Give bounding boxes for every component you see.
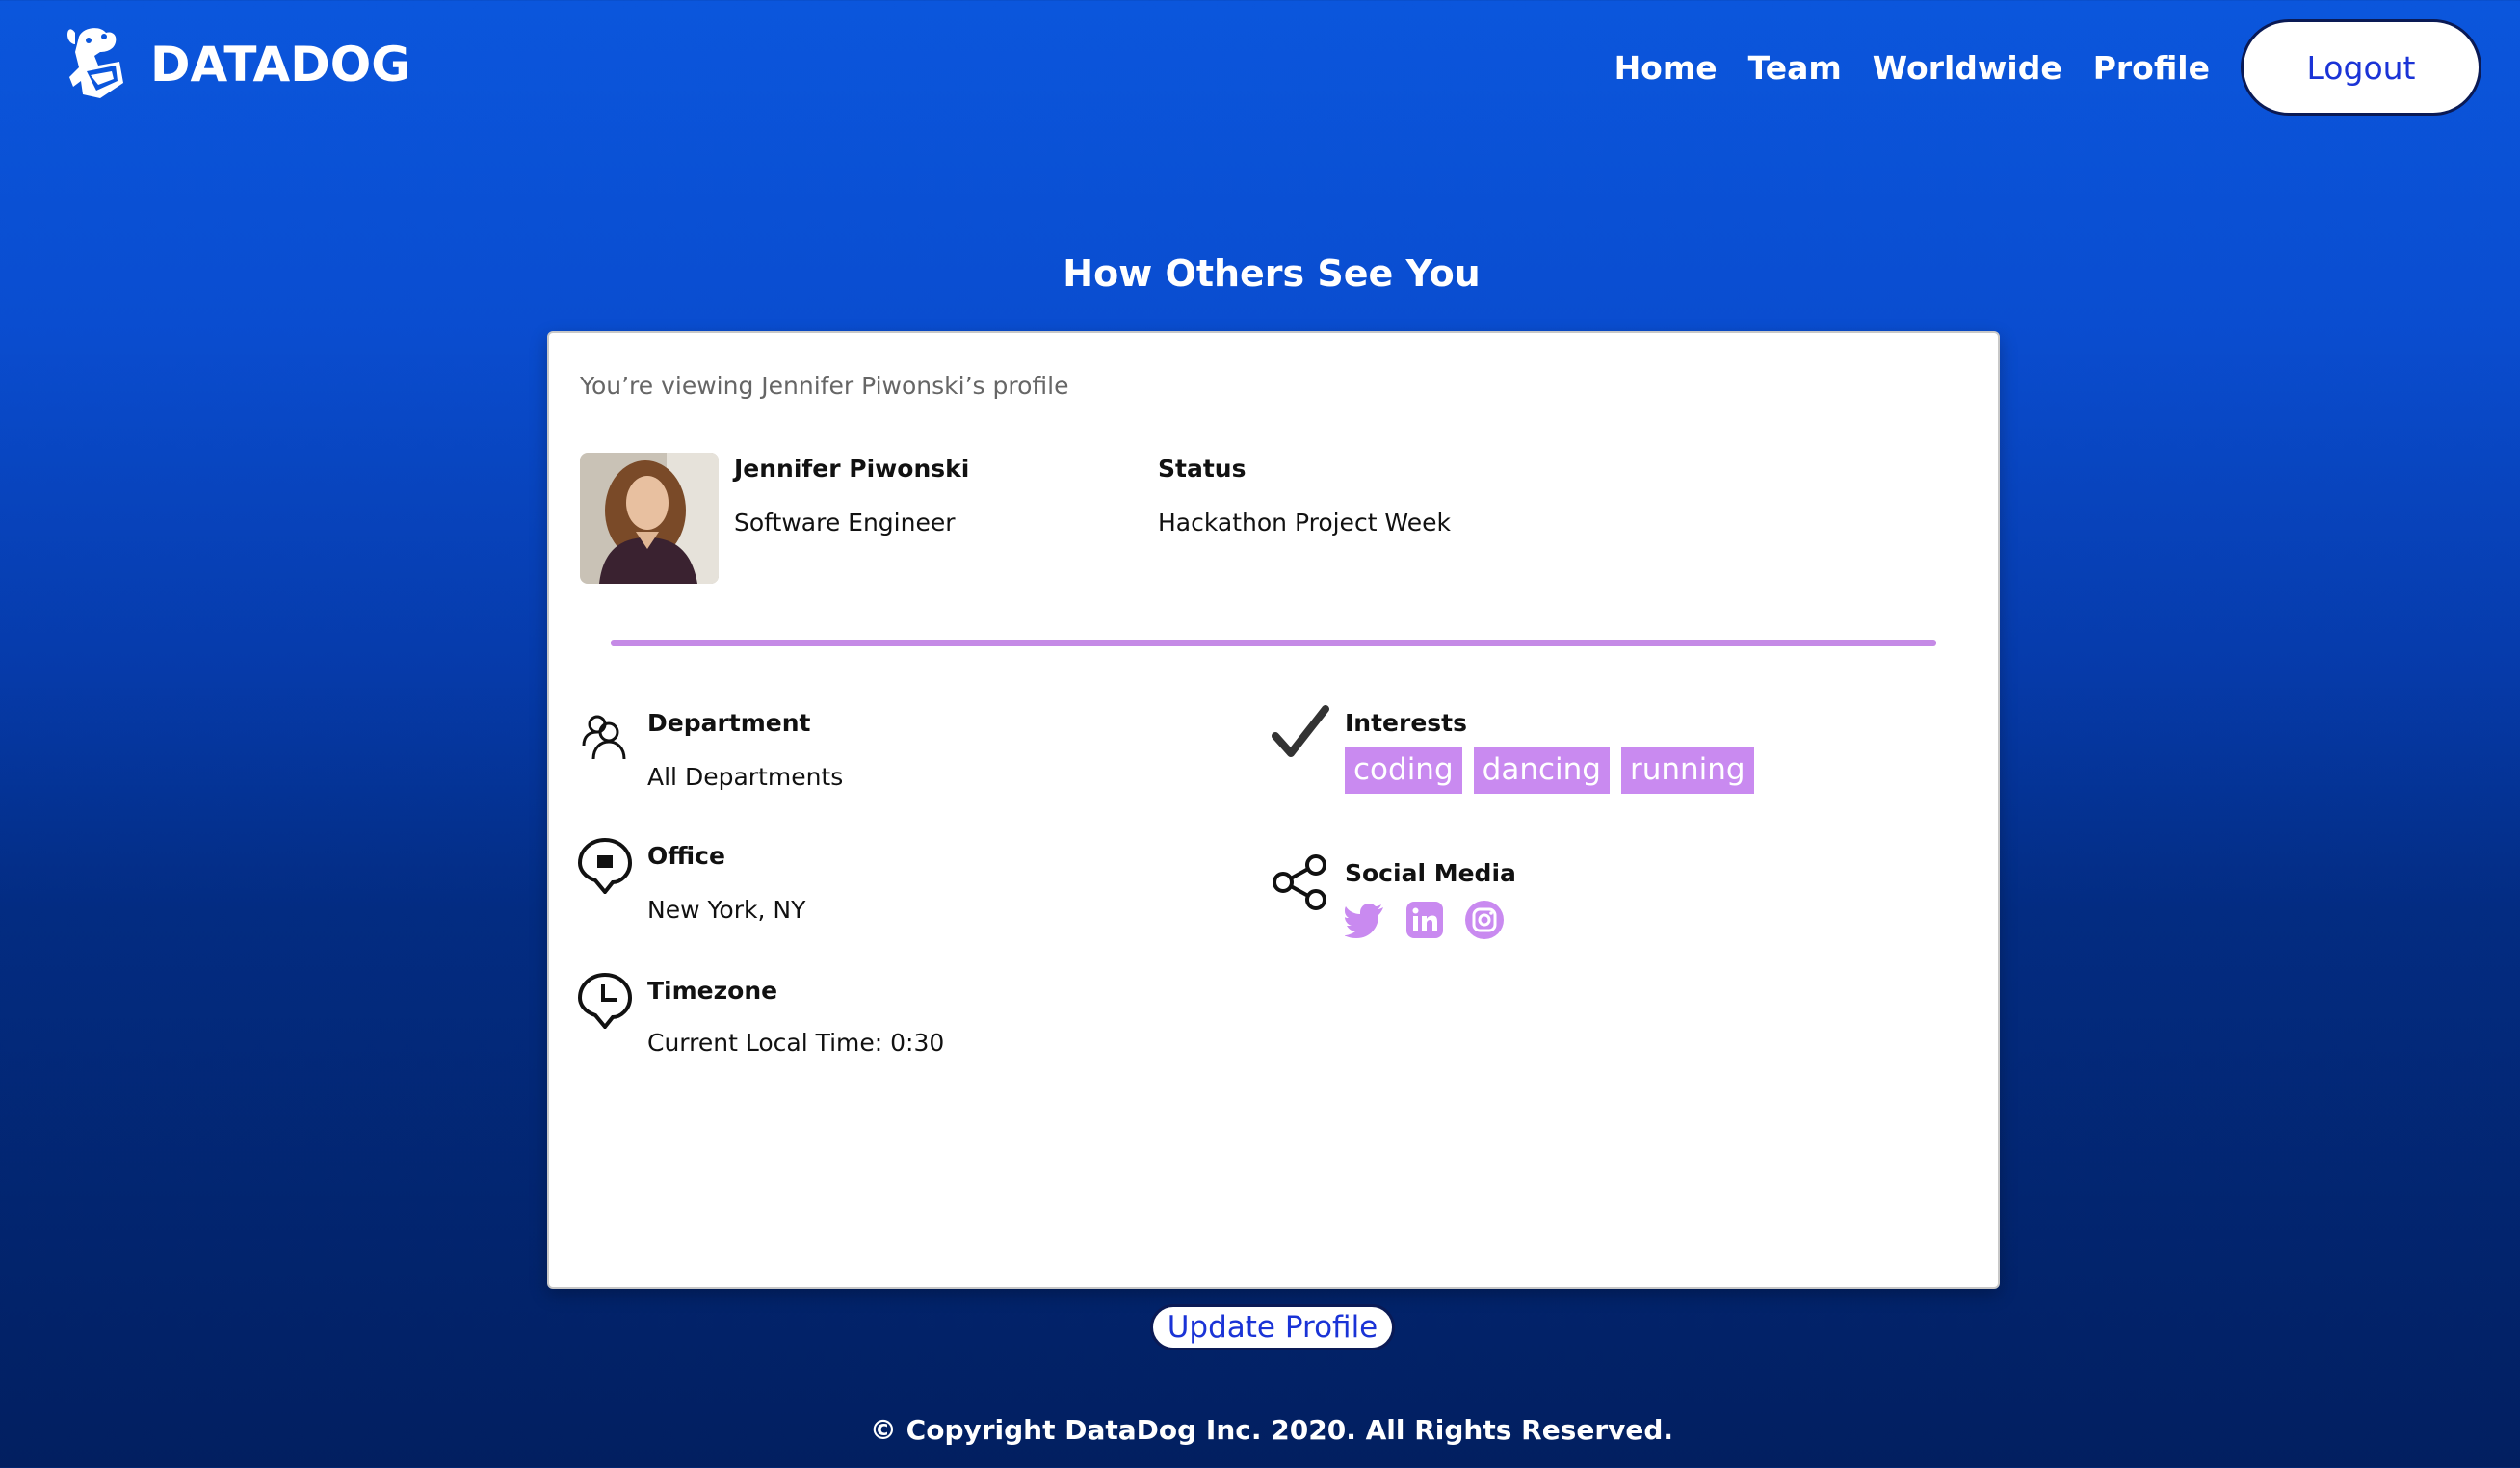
- main-nav: Home Team Worldwide Profile Logout: [1614, 19, 2481, 116]
- timezone-value: Current Local Time: 0:30: [647, 1029, 945, 1057]
- status-label: Status: [1158, 455, 1247, 483]
- checkmark-icon: [1272, 705, 1329, 757]
- profile-name: Jennifer Piwonski: [734, 455, 970, 483]
- datadog-dog-icon: [67, 28, 123, 98]
- office-label: Office: [647, 842, 725, 870]
- profile-card: You’re viewing Jennifer Piwonski’s profi…: [547, 331, 2000, 1289]
- department-label: Department: [647, 709, 811, 737]
- social-links: [1345, 900, 1505, 940]
- interest-tag: coding: [1345, 747, 1462, 794]
- nav-worldwide[interactable]: Worldwide: [1873, 49, 2062, 87]
- profile-job-title: Software Engineer: [734, 509, 956, 537]
- logout-button[interactable]: Logout: [2241, 19, 2481, 116]
- office-pin-icon: [577, 837, 633, 894]
- nav-team[interactable]: Team: [1748, 49, 1842, 87]
- twitter-icon[interactable]: [1345, 900, 1385, 940]
- nav-profile[interactable]: Profile: [2093, 49, 2210, 87]
- divider: [611, 640, 1936, 646]
- linkedin-icon[interactable]: [1404, 900, 1445, 940]
- department-value: All Departments: [647, 763, 844, 791]
- update-profile-button[interactable]: Update Profile: [1150, 1304, 1395, 1350]
- logo-text: DATADOG: [150, 37, 411, 92]
- interest-tags: coding dancing running: [1345, 747, 1754, 794]
- viewing-note: You’re viewing Jennifer Piwonski’s profi…: [580, 372, 1069, 400]
- interest-tag: dancing: [1473, 747, 1610, 794]
- avatar: [580, 453, 719, 584]
- share-icon: [1273, 854, 1326, 910]
- status-value: Hackathon Project Week: [1158, 509, 1451, 537]
- datadog-logo[interactable]: DATADOG: [62, 23, 410, 106]
- footer-copyright: © Copyright DataDog Inc. 2020. All Right…: [869, 1414, 1674, 1446]
- social-media-label: Social Media: [1345, 859, 1516, 887]
- page-title: How Others See You: [1063, 252, 1481, 295]
- nav-home[interactable]: Home: [1614, 49, 1718, 87]
- users-icon: [582, 715, 626, 760]
- instagram-icon[interactable]: [1464, 900, 1505, 940]
- office-value: New York, NY: [647, 896, 806, 924]
- clock-pin-icon: [577, 972, 633, 1029]
- interest-tag: running: [1620, 747, 1754, 794]
- timezone-label: Timezone: [647, 977, 778, 1005]
- interests-label: Interests: [1345, 709, 1468, 737]
